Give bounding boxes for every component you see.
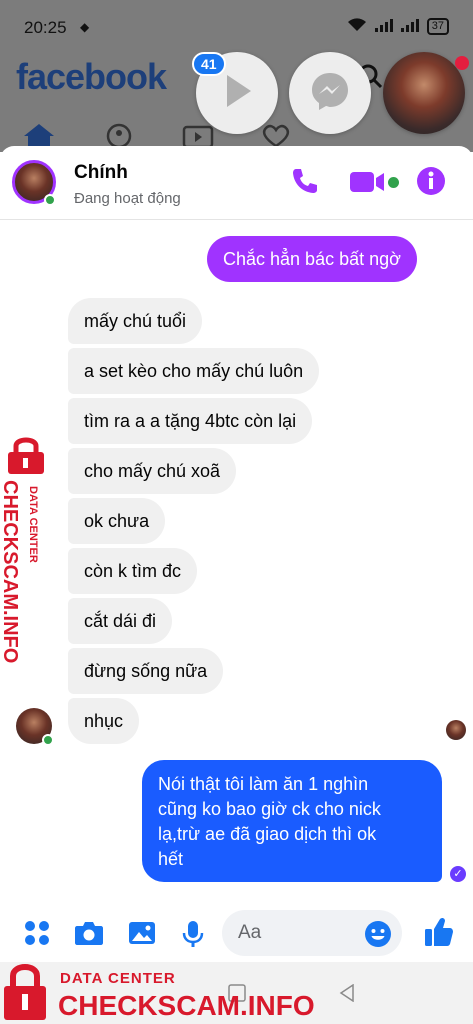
message-bubble-incoming[interactable]: nhục [68,698,140,744]
message-bubble-incoming[interactable]: mấy chú tuổi [68,298,203,344]
lock-icon [0,962,50,1024]
message-bubble-incoming[interactable]: còn k tìm đc [68,548,198,594]
phone-icon[interactable] [290,166,320,201]
image-icon[interactable] [128,920,156,951]
message-composer [0,908,473,962]
message-line: cũng ko bao giờ ck cho nick [158,799,381,819]
watermark-side-text: CHECKSCAM.INFO DATA CENTER [0,480,39,663]
microphone-icon[interactable] [182,920,204,953]
watermark-side: CHECKSCAM.INFO DATA CENTER [0,436,52,666]
contact-chat-head-avatar[interactable] [383,52,469,134]
wifi-icon [347,18,367,35]
back-button[interactable] [338,983,356,1007]
video-active-dot [388,177,399,188]
message-bubble-outgoing[interactable]: Chắc hẳn bác bất ngờ [207,236,417,282]
watermark-bottom: DATA CENTER CHECKSCAM.INFO [0,962,315,1024]
video-chat-head[interactable]: 41 [192,52,278,134]
status-icons: 37 [347,18,449,35]
battery-indicator: 37 [426,18,449,35]
emoji-icon[interactable] [364,920,392,953]
message-bubble-incoming[interactable]: cắt dái đi [68,598,173,644]
chat-head-notification-dot [455,56,469,70]
message-bubble-incoming[interactable]: đừng sống nữa [68,648,224,694]
status-time: 20:25 [24,18,67,37]
location-icon: ◆ [80,20,90,34]
thumbs-up-icon[interactable] [424,916,454,953]
contact-status: Đang hoạt động [74,190,181,207]
conversation-header: Chính Đang hoạt động [0,146,473,220]
message-bubble-outgoing[interactable]: Nói thật tôi làm ăn 1 nghìn cũng ko bao … [142,760,442,882]
camera-icon[interactable] [74,920,104,951]
messenger-icon [309,70,351,117]
message-line: lạ,trừ ae đã giao dịch thì ok [158,824,377,844]
message-bubble-incoming[interactable]: cho mấy chú xoã [68,448,237,494]
watermark-side-brand: CHECKSCAM.INFO [0,480,21,663]
watermark-brand: CHECKSCAM.INFO [58,990,315,1021]
status-bar: 20:25 ◆ 37 [0,0,473,52]
message-bubble-incoming[interactable]: a set kèo cho mấy chú luôn [68,348,320,394]
notification-badge: 41 [192,52,226,76]
sender-online-indicator [42,734,54,746]
video-camera-icon[interactable] [350,170,390,199]
message-bubble-incoming[interactable]: ok chưa [68,498,166,544]
contact-name[interactable]: Chính [74,162,128,184]
signal-icon [374,18,393,35]
message-bubble-incoming[interactable]: tìm ra a a tặng 4btc còn lại [68,398,313,444]
play-icon [217,71,257,116]
message-line: Nói thật tôi làm ăn 1 nghìn [158,774,369,794]
apps-icon[interactable] [24,920,50,951]
message-line: hết [158,849,184,869]
facebook-logo: facebook [16,56,167,97]
lock-icon [2,436,50,481]
online-indicator [44,194,56,206]
info-icon[interactable] [416,166,446,201]
watermark-side-label: DATA CENTER [27,486,39,563]
conversation-panel: Chính Đang hoạt động Chắc hẳn bác bất ng… [0,146,473,962]
read-receipt-avatar [446,720,466,740]
signal-icon-2 [400,18,419,35]
messenger-chat-head[interactable] [289,52,371,134]
watermark-label: DATA CENTER [60,970,176,987]
delivered-check-icon: ✓ [450,866,466,882]
